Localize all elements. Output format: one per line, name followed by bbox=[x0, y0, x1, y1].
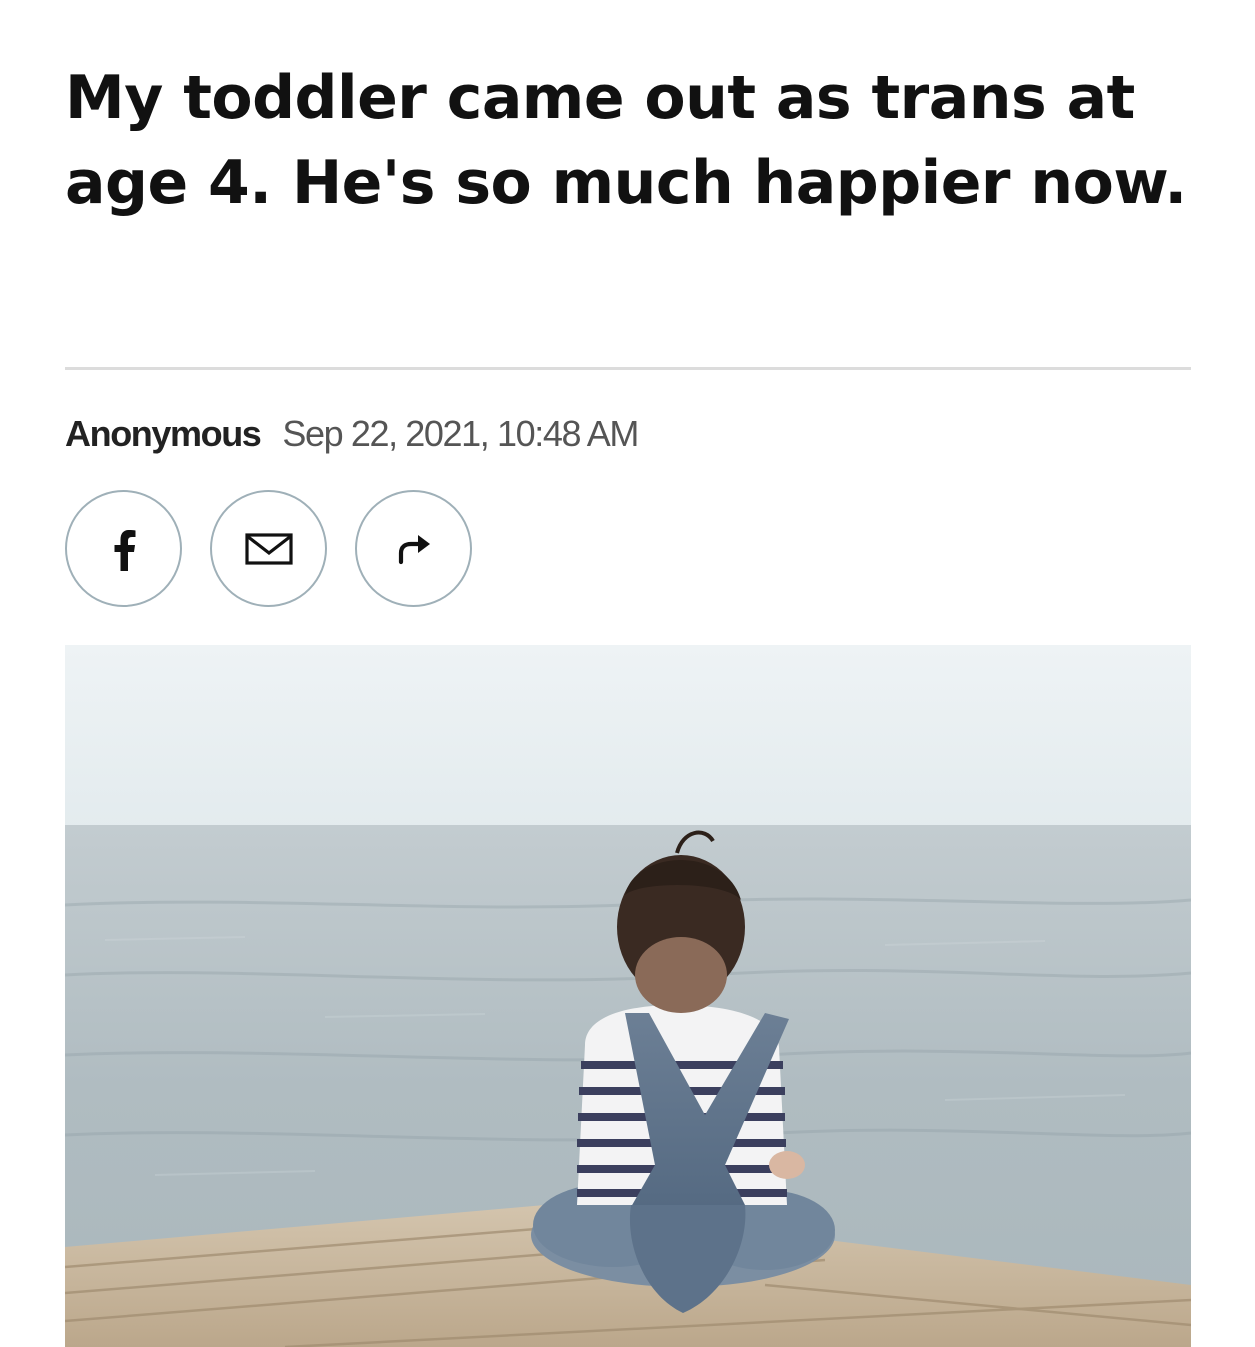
article-headline: My toddler came out as trans at age 4. H… bbox=[65, 63, 1187, 218]
publish-timestamp: Sep 22, 2021, 10:48 AM bbox=[282, 413, 639, 454]
mail-icon bbox=[244, 532, 293, 565]
share-buttons bbox=[65, 490, 472, 607]
share-arrow-icon bbox=[398, 534, 430, 564]
hero-image bbox=[65, 645, 1191, 1347]
share-link-button[interactable] bbox=[355, 490, 472, 607]
facebook-share-button[interactable] bbox=[65, 490, 182, 607]
author-name[interactable]: Anonymous bbox=[65, 413, 262, 455]
article: My toddler came out as trans at age 4. H… bbox=[65, 0, 1191, 1347]
facebook-icon bbox=[114, 529, 135, 571]
byline: Anonymous Sep 22, 2021, 10:48 AM bbox=[65, 412, 639, 456]
child-on-dock-photo bbox=[65, 645, 1191, 1347]
divider bbox=[65, 367, 1191, 370]
email-share-button[interactable] bbox=[210, 490, 327, 607]
